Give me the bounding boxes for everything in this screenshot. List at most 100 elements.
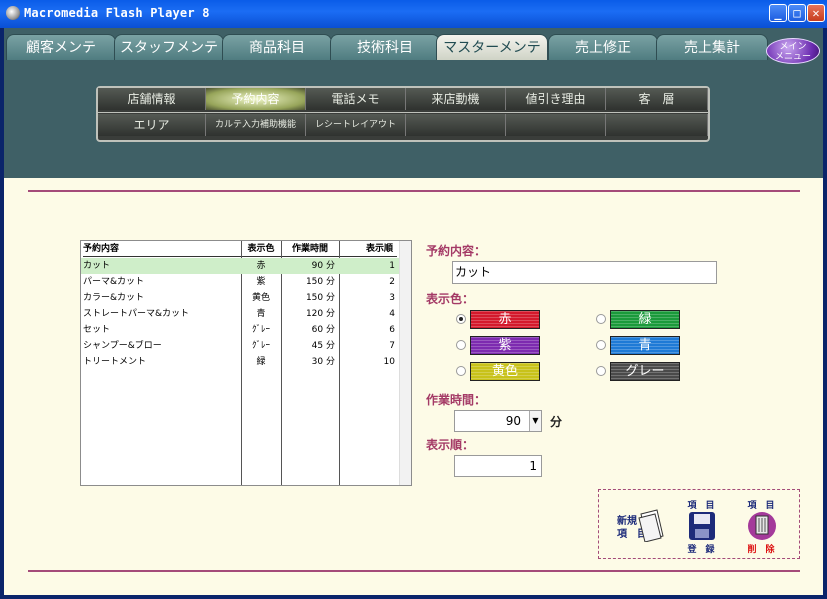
time-unit: 分 [550,415,563,429]
color-radio-4[interactable] [456,366,466,376]
subnav-visit-motive[interactable]: 来店動機 [406,88,506,110]
color-swatch-4[interactable]: 黄色 [470,362,540,381]
subnav-area[interactable]: エリア [98,114,206,136]
subnav-empty-1 [406,114,506,136]
color-radio-2[interactable] [456,340,466,350]
color-swatch-1[interactable]: 緑 [610,310,680,329]
table-row[interactable]: トリートメント 緑 30 分 10 [81,354,399,370]
cell-time: 90 分 [311,261,335,271]
delete-label-bottom: 削 除 [747,545,775,555]
delete-item-button[interactable]: 項 目 削 除 [737,498,785,555]
color-label: 表示色： [426,292,475,306]
cell-order: 7 [389,341,395,351]
bottom-divider [28,570,800,572]
content-input[interactable]: カット [452,261,717,284]
cell-content: パーマ&カット [83,277,145,287]
content-label: 予約内容： [426,244,487,258]
cell-order: 3 [389,293,395,303]
reservation-table: 予約内容 表示色 作業時間 表示順 カット 赤 90 分 1 パーマ&カット 紫 150 分… [80,240,412,486]
color-swatch-2[interactable]: 紫 [470,336,540,355]
register-item-button[interactable]: 項 目 登 録 [677,498,725,555]
col-header-content: 予約内容 [83,241,241,257]
table-row[interactable]: パーマ&カット 紫 150 分 2 [81,274,399,290]
floppy-disk-icon [689,512,715,540]
cell-content: カラー&カット [83,293,145,303]
color-radio-5[interactable] [596,366,606,376]
table-row[interactable]: カット 赤 90 分 1 [81,258,399,274]
title-bar: Macromedia Flash Player 8 _ □ ✕ [0,0,827,28]
tab-master[interactable]: マスターメンテ [436,34,548,60]
register-label-bottom: 登 録 [687,545,715,555]
tab-staff[interactable]: スタッフメンテ [114,34,224,60]
top-divider [28,190,800,192]
order-input[interactable]: 1 [454,455,542,477]
tab-techniques[interactable]: 技術科目 [330,34,440,60]
tab-products[interactable]: 商品科目 [222,34,332,60]
cell-time: 30 分 [311,357,335,367]
subnav-discount-reason[interactable]: 値引き理由 [506,88,606,110]
cell-time: 150 分 [305,293,335,303]
cell-color: 緑 [256,357,266,367]
new-item-button[interactable]: 新規 項 目 [617,498,665,552]
sub-nav-panel: 店舗情報 予約内容 電話メモ 来店動機 値引き理由 客 層 エリア カルテ入力補… [96,86,710,142]
cell-order: 1 [389,261,395,271]
color-radio-0[interactable] [456,314,466,324]
cell-time: 60 分 [311,325,335,335]
cell-order: 4 [389,309,395,319]
cell-order: 6 [389,325,395,335]
subnav-reservation[interactable]: 予約内容 [206,88,306,110]
tab-customer[interactable]: 顧客メンテ [6,34,116,60]
subnav-empty-3 [606,114,708,136]
flash-app-icon [6,6,20,20]
cell-order: 10 [383,357,395,367]
subnav-divider [98,112,708,113]
color-swatch-5[interactable]: グレー [610,362,680,381]
cell-time: 150 分 [305,277,335,287]
main-menu-button[interactable]: メイン メニュー [766,38,820,64]
subnav-receipt-layout[interactable]: レシートレイアウト [306,114,406,136]
cell-color: 赤 [256,261,266,271]
color-swatch-3[interactable]: 青 [610,336,680,355]
order-label: 表示順： [426,438,475,452]
cell-order: 2 [389,277,395,287]
main-tabs: 顧客メンテ スタッフメンテ 商品科目 技術科目 マスターメンテ 売上修正 売上集… [4,34,823,64]
tab-sales-edit[interactable]: 売上修正 [548,34,658,60]
cell-color: 青 [256,309,266,319]
time-dropdown-arrow[interactable]: ▼ [529,411,541,431]
action-panel: 新規 項 目 項 目 登 録 項 目 削 除 [598,489,800,559]
cell-color: ｸﾞﾚｰ [251,325,270,335]
subnav-chart-input[interactable]: カルテ入力補助機能 [206,114,306,136]
table-row[interactable]: ストレートパーマ&カット 青 120 分 4 [81,306,399,322]
cell-content: トリートメント [83,357,147,367]
cell-color: 黄色 [251,293,270,303]
cell-content: シャンプー&ブロー [83,341,162,351]
table-row[interactable]: シャンプー&ブロー ｸﾞﾚｰ 45 分 7 [81,338,399,354]
subnav-empty-2 [506,114,606,136]
cell-content: セット [83,325,111,335]
minimize-button[interactable]: _ [769,4,787,22]
note-icon [638,509,664,542]
col-header-time: 作業時間 [281,241,339,257]
close-button[interactable]: ✕ [807,4,825,22]
subnav-store-info[interactable]: 店舗情報 [98,88,206,110]
table-scrollbar[interactable] [399,241,411,485]
time-value: 90 [505,414,521,428]
cell-content: カット [83,261,111,271]
table-row[interactable]: セット ｸﾞﾚｰ 60 分 6 [81,322,399,338]
trash-can-icon [748,512,776,540]
subnav-phone-memo[interactable]: 電話メモ [306,88,406,110]
table-row[interactable]: カラー&カット 黄色 150 分 3 [81,290,399,306]
time-label: 作業時間： [426,393,487,407]
color-swatch-0[interactable]: 赤 [470,310,540,329]
tab-sales-total[interactable]: 売上集計 [656,34,768,60]
cell-content: ストレートパーマ&カット [83,309,190,319]
window-title: Macromedia Flash Player 8 [24,6,210,20]
cell-color: 紫 [256,277,266,287]
subnav-customer-segment[interactable]: 客 層 [606,88,708,110]
maximize-button[interactable]: □ [788,4,806,22]
color-radio-1[interactable] [596,314,606,324]
cell-time: 45 分 [311,341,335,351]
col-header-order: 表示順 [339,241,397,257]
col-header-color: 表示色 [241,241,281,257]
color-radio-3[interactable] [596,340,606,350]
